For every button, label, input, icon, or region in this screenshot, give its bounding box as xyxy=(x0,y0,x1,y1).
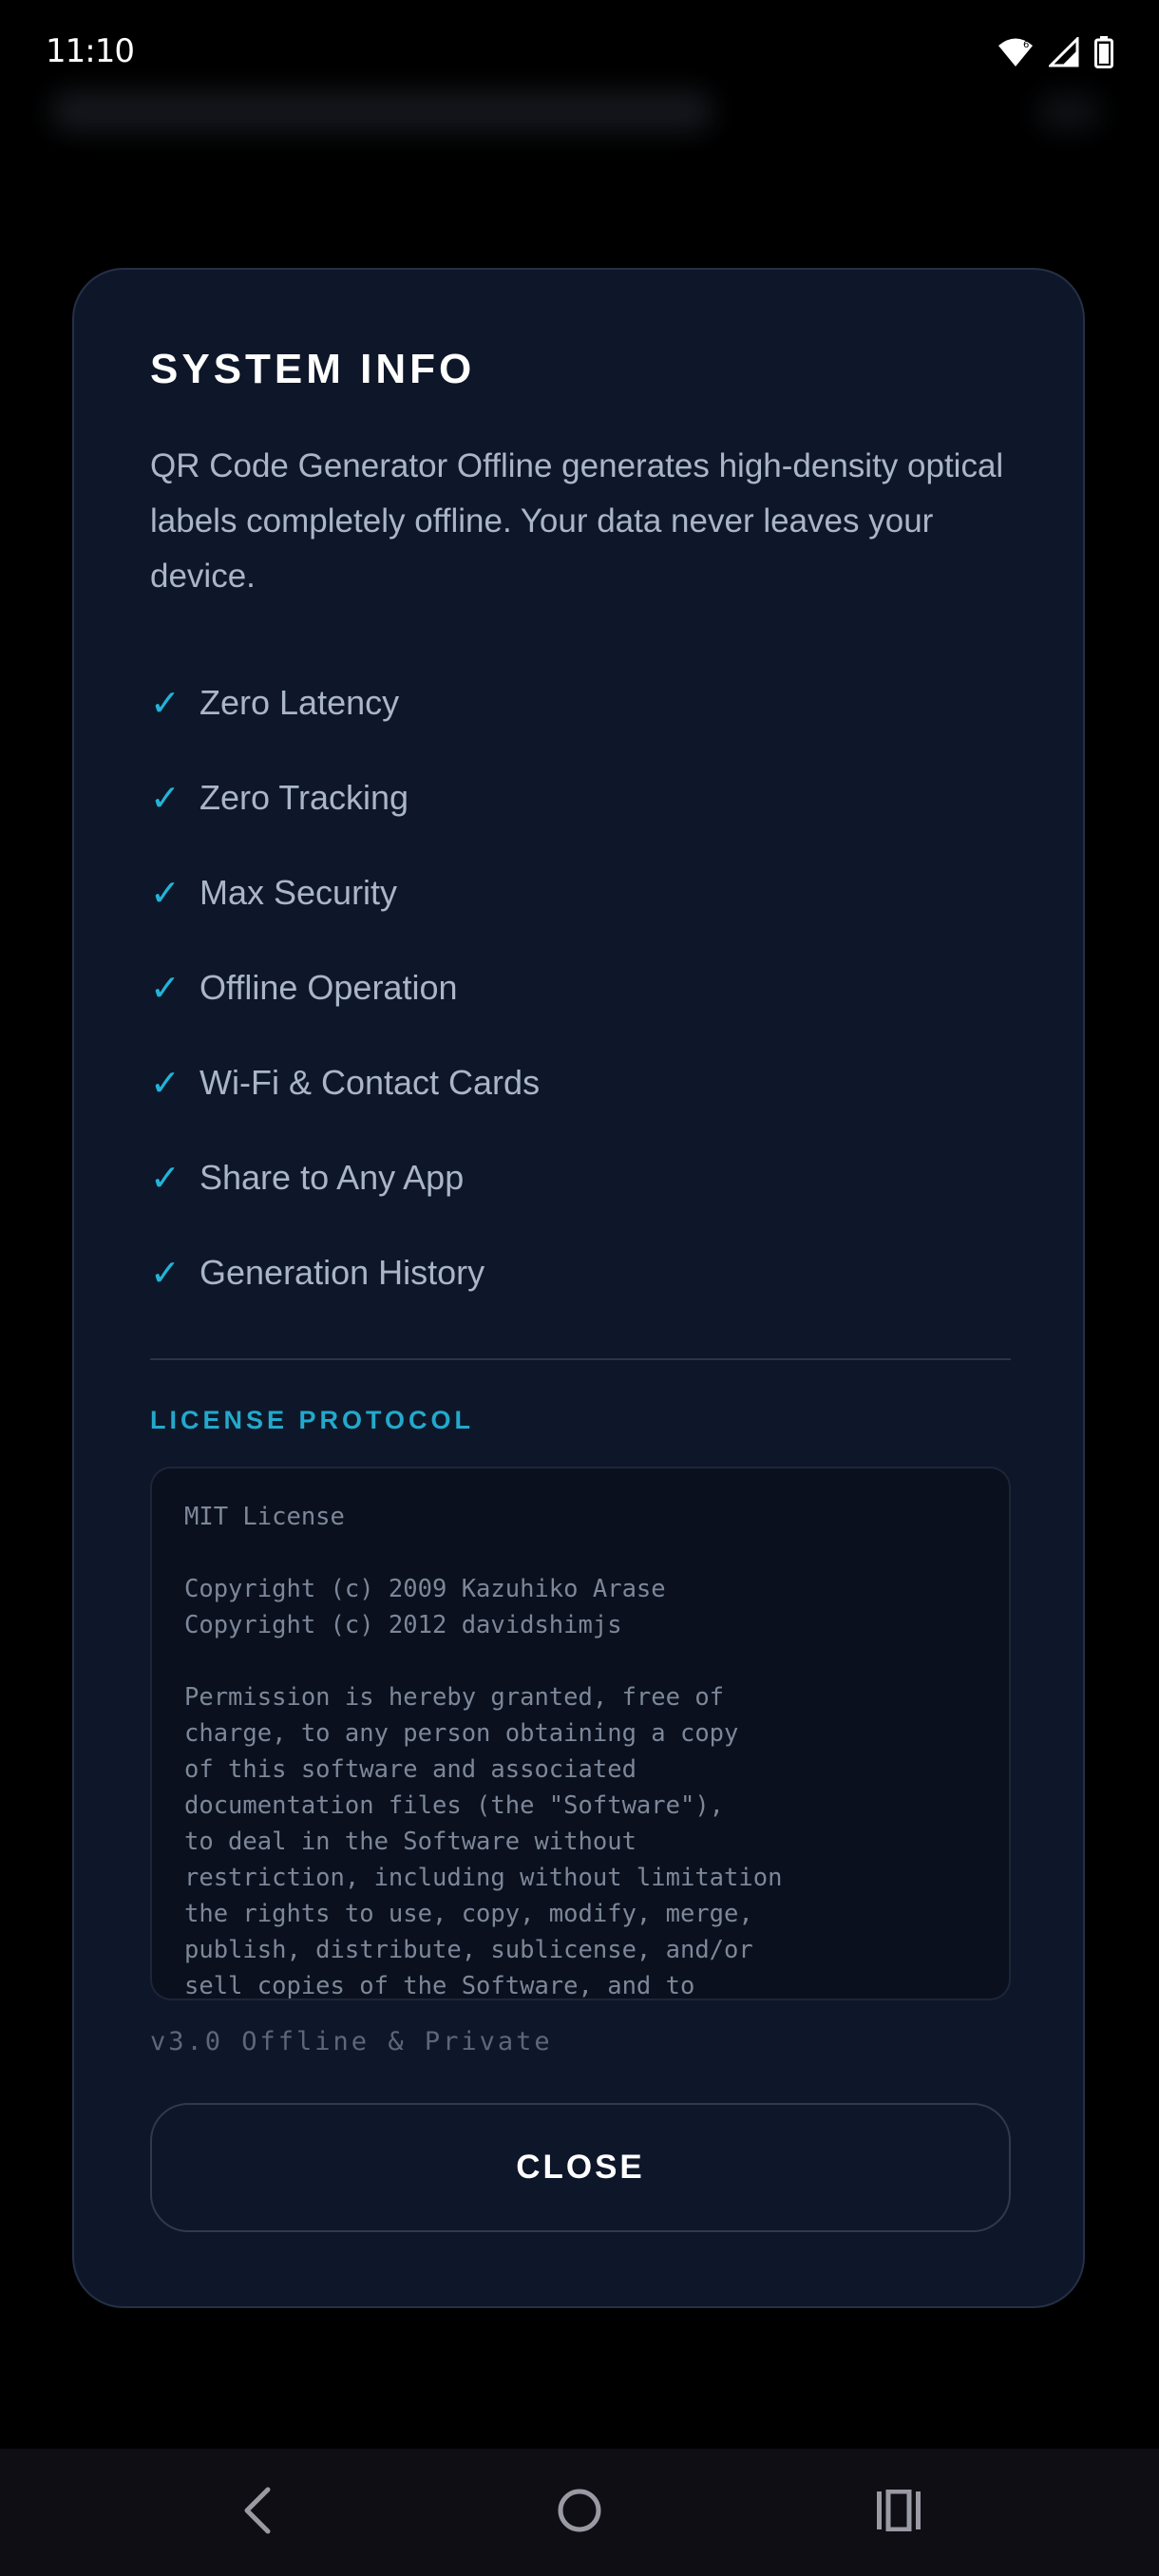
check-icon: ✓ xyxy=(150,967,180,1009)
back-button[interactable] xyxy=(220,2477,296,2548)
recents-button[interactable] xyxy=(861,2477,937,2548)
status-icons: 6 xyxy=(998,36,1113,68)
license-heading: LICENSE PROTOCOL xyxy=(150,1406,475,1434)
home-button[interactable] xyxy=(542,2477,618,2548)
recents-icon xyxy=(875,2489,922,2536)
signal-icon xyxy=(1049,37,1079,67)
feature-item: ✓ Wi-Fi & Contact Cards xyxy=(150,1035,1011,1130)
license-scroll-box[interactable]: MIT License Copyright (c) 2009 Kazuhiko … xyxy=(150,1467,1011,2000)
back-icon xyxy=(239,2486,277,2540)
check-icon: ✓ xyxy=(150,682,180,724)
check-icon: ✓ xyxy=(150,1062,180,1104)
battery-icon xyxy=(1094,36,1113,68)
check-icon: ✓ xyxy=(150,1157,180,1199)
system-info-dialog: SYSTEM INFO QR Code Generator Offline ge… xyxy=(72,268,1085,2308)
feature-item: ✓ Generation History xyxy=(150,1225,1011,1320)
feature-item: ✓ Max Security xyxy=(150,845,1011,940)
background-app-action xyxy=(1036,93,1102,131)
check-icon: ✓ xyxy=(150,777,180,819)
svg-text:6: 6 xyxy=(1023,40,1029,50)
feature-label: Offline Operation xyxy=(200,968,458,1007)
license-text: MIT License Copyright (c) 2009 Kazuhiko … xyxy=(184,1503,783,2000)
home-icon xyxy=(556,2487,603,2539)
feature-label: Share to Any App xyxy=(200,1158,465,1197)
close-button[interactable]: CLOSE xyxy=(150,2103,1011,2232)
feature-item: ✓ Share to Any App xyxy=(150,1130,1011,1225)
feature-label: Max Security xyxy=(200,873,398,912)
check-icon: ✓ xyxy=(150,872,180,914)
section-divider xyxy=(150,1358,1011,1360)
dialog-description: QR Code Generator Offline generates high… xyxy=(150,447,1004,595)
feature-label: Zero Tracking xyxy=(200,778,409,817)
version-label: v3.0 Offline & Private xyxy=(150,2027,553,2056)
check-icon: ✓ xyxy=(150,1252,180,1294)
wifi-icon: 6 xyxy=(998,37,1034,67)
feature-label: Generation History xyxy=(200,1253,485,1292)
status-time: 11:10 xyxy=(46,32,135,70)
feature-item: ✓ Zero Latency xyxy=(150,655,1011,750)
dialog-title: SYSTEM INFO xyxy=(150,346,476,392)
feature-item: ✓ Offline Operation xyxy=(150,940,1011,1035)
feature-label: Wi-Fi & Contact Cards xyxy=(200,1063,541,1102)
feature-label: Zero Latency xyxy=(200,683,400,722)
feature-list: ✓ Zero Latency ✓ Zero Tracking ✓ Max Sec… xyxy=(150,655,1011,1320)
background-app-header xyxy=(49,90,714,132)
feature-item: ✓ Zero Tracking xyxy=(150,750,1011,845)
navigation-bar xyxy=(0,2449,1159,2576)
